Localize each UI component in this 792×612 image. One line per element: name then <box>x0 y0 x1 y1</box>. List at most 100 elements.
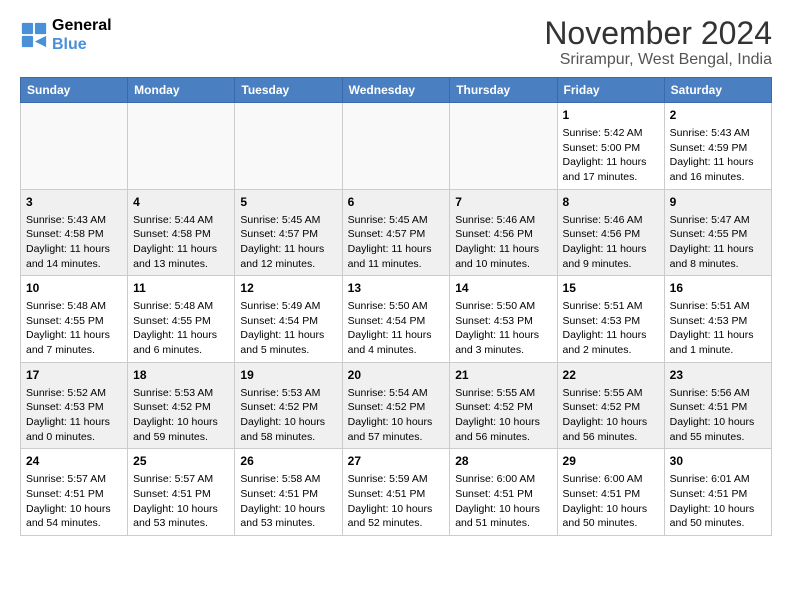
table-row: 29Sunrise: 6:00 AMSunset: 4:51 PMDayligh… <box>557 449 664 536</box>
day-info: and 4 minutes. <box>348 343 445 358</box>
table-row: 14Sunrise: 5:50 AMSunset: 4:53 PMDayligh… <box>450 276 557 363</box>
day-info: Daylight: 11 hours <box>133 242 229 257</box>
location: Srirampur, West Bengal, India <box>544 51 772 69</box>
day-info: and 55 minutes. <box>670 430 766 445</box>
day-info: Sunset: 4:52 PM <box>563 400 659 415</box>
day-info: Sunset: 4:51 PM <box>563 487 659 502</box>
calendar-table: Sunday Monday Tuesday Wednesday Thursday… <box>20 77 772 536</box>
day-info: Sunset: 4:59 PM <box>670 141 766 156</box>
table-row: 27 Sunrise: 5:59 AMSunset: 4:51 PMDayligh… <box>342 449 450 536</box>
day-info: Sunset: 4:53 PM <box>670 314 766 329</box>
day-info: Daylight: 10 hours <box>240 415 336 430</box>
day-number: 12 <box>240 280 336 297</box>
day-info: Daylight: 10 hours <box>348 502 445 517</box>
day-info: Sunrise: 6:01 AM <box>670 472 766 487</box>
calendar-week-row: 3Sunrise: 5:43 AMSunset: 4:58 PMDaylight… <box>21 189 772 276</box>
day-number: 2 <box>670 107 766 124</box>
day-info: Sunrise: 6:00 AM <box>563 472 659 487</box>
table-row <box>128 103 235 190</box>
day-info: and 10 minutes. <box>455 257 551 272</box>
day-info: Sunrise: 5:46 AM <box>563 213 659 228</box>
day-number: 9 <box>670 194 766 211</box>
day-info: Sunset: 4:51 PM <box>240 487 336 502</box>
day-info: Sunset: 5:00 PM <box>563 141 659 156</box>
day-info: and 51 minutes. <box>455 516 551 531</box>
day-info: Sunrise: 5:46 AM <box>455 213 551 228</box>
day-info: Daylight: 10 hours <box>670 502 766 517</box>
day-info: Sunset: 4:55 PM <box>133 314 229 329</box>
col-monday: Monday <box>128 78 235 103</box>
day-info: Daylight: 11 hours <box>348 242 445 257</box>
day-info: Sunrise: 5:48 AM <box>133 299 229 314</box>
table-row: 10Sunrise: 5:48 AMSunset: 4:55 PMDayligh… <box>21 276 128 363</box>
day-info: Sunrise: 5:50 AM <box>348 299 445 314</box>
day-number: 4 <box>133 194 229 211</box>
page-container: General Blue November 2024 Srirampur, We… <box>0 0 792 546</box>
day-number: 1 <box>563 107 659 124</box>
day-info: Sunset: 4:51 PM <box>670 487 766 502</box>
day-info: Daylight: 11 hours <box>348 328 445 343</box>
table-row: 19Sunrise: 5:53 AMSunset: 4:52 PMDayligh… <box>235 362 342 449</box>
table-row: 28Sunrise: 6:00 AMSunset: 4:51 PMDayligh… <box>450 449 557 536</box>
day-info: Sunset: 4:55 PM <box>26 314 122 329</box>
day-info: Sunrise: 5:56 AM <box>670 386 766 401</box>
col-sunday: Sunday <box>21 78 128 103</box>
col-friday: Friday <box>557 78 664 103</box>
day-info: Sunrise: 5:42 AM <box>563 126 659 141</box>
day-number: 29 <box>563 453 659 470</box>
day-info: and 14 minutes. <box>26 257 122 272</box>
day-info: and 8 minutes. <box>670 257 766 272</box>
day-number: 26 <box>240 453 336 470</box>
day-info: Sunset: 4:58 PM <box>26 227 122 242</box>
table-row <box>21 103 128 190</box>
day-info: Sunrise: 5:59 AM <box>348 472 445 487</box>
day-info: and 3 minutes. <box>455 343 551 358</box>
day-info: Sunset: 4:53 PM <box>563 314 659 329</box>
day-info: Sunset: 4:51 PM <box>133 487 229 502</box>
day-info: Sunset: 4:51 PM <box>348 487 445 502</box>
table-row: 20Sunrise: 5:54 AMSunset: 4:52 PMDayligh… <box>342 362 450 449</box>
month-title: November 2024 <box>544 16 772 51</box>
day-info: Daylight: 10 hours <box>670 415 766 430</box>
day-info: Sunset: 4:53 PM <box>455 314 551 329</box>
day-info: Sunset: 4:57 PM <box>348 227 445 242</box>
day-info: Sunrise: 5:53 AM <box>133 386 229 401</box>
day-info: Sunrise: 5:47 AM <box>670 213 766 228</box>
col-wednesday: Wednesday <box>342 78 450 103</box>
table-row: 2Sunrise: 5:43 AMSunset: 4:59 PMDaylight… <box>664 103 771 190</box>
table-row: 7Sunrise: 5:46 AMSunset: 4:56 PMDaylight… <box>450 189 557 276</box>
day-info: Sunset: 4:57 PM <box>240 227 336 242</box>
table-row <box>450 103 557 190</box>
day-number: 18 <box>133 367 229 384</box>
day-info: Sunset: 4:51 PM <box>26 487 122 502</box>
day-info: Sunrise: 5:57 AM <box>133 472 229 487</box>
day-info: and 57 minutes. <box>348 430 445 445</box>
day-info: Daylight: 10 hours <box>455 502 551 517</box>
day-number: 13 <box>348 280 445 297</box>
day-info: Sunset: 4:54 PM <box>240 314 336 329</box>
day-number: 6 <box>348 194 445 211</box>
calendar-week-row: 1Sunrise: 5:42 AMSunset: 5:00 PMDaylight… <box>21 103 772 190</box>
table-row: 13Sunrise: 5:50 AMSunset: 4:54 PMDayligh… <box>342 276 450 363</box>
day-number: 21 <box>455 367 551 384</box>
day-number: 22 <box>563 367 659 384</box>
day-number: 28 <box>455 453 551 470</box>
day-number: 27 <box>348 453 445 470</box>
calendar-week-row: 24Sunrise: 5:57 AMSunset: 4:51 PMDayligh… <box>21 449 772 536</box>
day-info: Daylight: 11 hours <box>133 328 229 343</box>
day-info: Sunrise: 5:53 AM <box>240 386 336 401</box>
day-info: and 56 minutes. <box>455 430 551 445</box>
day-info: Sunset: 4:52 PM <box>240 400 336 415</box>
day-info: and 53 minutes. <box>240 516 336 531</box>
day-info: Daylight: 11 hours <box>670 242 766 257</box>
day-number: 23 <box>670 367 766 384</box>
day-info: Daylight: 10 hours <box>26 502 122 517</box>
table-row: 18Sunrise: 5:53 AMSunset: 4:52 PMDayligh… <box>128 362 235 449</box>
day-info: Daylight: 11 hours <box>26 242 122 257</box>
day-info: Sunset: 4:51 PM <box>670 400 766 415</box>
day-number: 14 <box>455 280 551 297</box>
day-info: Daylight: 10 hours <box>240 502 336 517</box>
day-info: Sunset: 4:55 PM <box>670 227 766 242</box>
day-info: Sunset: 4:53 PM <box>26 400 122 415</box>
day-info: Sunrise: 5:45 AM <box>240 213 336 228</box>
